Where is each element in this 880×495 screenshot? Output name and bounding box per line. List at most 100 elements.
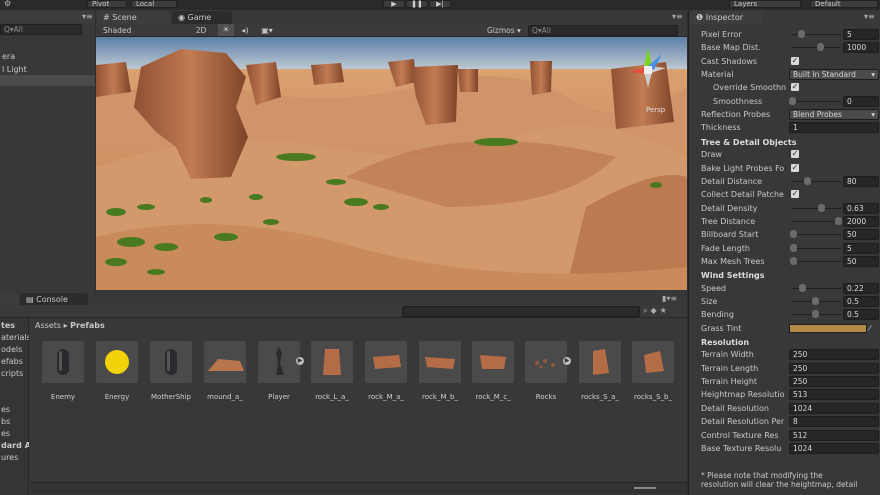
project-menu-icon[interactable]: ▮▾≡ xyxy=(662,294,677,303)
eyedropper-icon[interactable]: ⁄ xyxy=(869,322,870,335)
slider-handle[interactable] xyxy=(812,297,819,305)
breadcrumb-current[interactable]: Prefabs xyxy=(70,321,105,330)
asset-rock-m-b[interactable]: rock_M_b_ xyxy=(417,341,463,409)
slider-handle[interactable] xyxy=(789,97,796,105)
slider-track[interactable] xyxy=(791,181,841,182)
checkbox[interactable]: ✓ xyxy=(791,83,799,91)
property-value-field[interactable]: 5 xyxy=(843,243,879,254)
property-value-field[interactable]: 0.5 xyxy=(843,309,879,320)
hierarchy-item-camera[interactable]: era xyxy=(0,51,94,62)
project-folder[interactable]: es xyxy=(0,429,29,439)
breadcrumb-root[interactable]: Assets xyxy=(35,321,61,330)
effects-dropdown[interactable]: ▣▾ xyxy=(258,25,276,36)
property-value-field[interactable]: 513 xyxy=(789,389,879,400)
expand-prefab-icon[interactable]: ▶ xyxy=(296,357,304,365)
checkbox[interactable]: ✓ xyxy=(791,190,799,198)
slider-handle[interactable] xyxy=(798,30,806,38)
slider-handle[interactable] xyxy=(835,217,842,225)
hierarchy-selected-row[interactable] xyxy=(0,75,95,86)
asset-rocks-s-b[interactable]: rocks_S_b_ xyxy=(630,341,676,409)
property-value-field[interactable]: 80 xyxy=(843,176,879,187)
slider-track[interactable] xyxy=(791,261,841,262)
property-value-field[interactable]: 0.22 xyxy=(843,283,879,294)
asset-rock-m-a[interactable]: rock_M_a_ xyxy=(363,341,409,409)
asset-mothership[interactable]: MotherShip xyxy=(148,341,194,409)
property-value-field[interactable]: 250 xyxy=(789,363,879,374)
property-value-field[interactable]: 250 xyxy=(789,349,879,360)
property-value-field[interactable]: 1000 xyxy=(843,42,879,53)
gizmos-dropdown[interactable]: Gizmos ▾ xyxy=(487,25,521,36)
scene-orientation-gizmo[interactable] xyxy=(626,44,670,96)
property-value-field[interactable]: 250 xyxy=(789,376,879,387)
project-folder[interactable]: bs xyxy=(0,417,29,427)
slider-handle[interactable] xyxy=(799,284,807,292)
tab-scene[interactable]: # Scene xyxy=(97,11,169,24)
step-button[interactable]: ▶| xyxy=(429,0,451,8)
asset-rocks-s-a[interactable]: rocks_S_a_ xyxy=(577,341,623,409)
filter-icons[interactable]: ⌕◆★ xyxy=(643,306,670,316)
pivot-button[interactable]: Pivot xyxy=(87,0,127,8)
asset-enemy[interactable]: Enemy xyxy=(40,341,86,409)
property-value-field[interactable]: 2000 xyxy=(843,216,879,227)
slider-track[interactable] xyxy=(791,208,841,209)
property-value-field[interactable]: 50 xyxy=(843,256,879,267)
section-header-wind-settings[interactable]: Wind Settings xyxy=(701,269,765,282)
scene-viewport[interactable] xyxy=(96,37,687,290)
expand-prefab-icon[interactable]: ▶ xyxy=(563,357,571,365)
slider-handle[interactable] xyxy=(817,204,825,212)
project-folder[interactable]: es xyxy=(0,405,29,415)
rect-tool-icon[interactable]: ⚙ xyxy=(4,0,14,8)
slider-track[interactable] xyxy=(791,234,841,235)
slider-track[interactable] xyxy=(791,101,841,102)
asset-rocks[interactable]: Rocks xyxy=(523,341,569,409)
project-folder-favorites[interactable]: tes xyxy=(0,321,29,331)
property-value-field[interactable]: 512 xyxy=(789,430,879,441)
lighting-toggle[interactable]: ☀ xyxy=(218,24,234,36)
panel-menu-icon[interactable]: ▾≡ xyxy=(82,12,93,21)
slider-track[interactable] xyxy=(791,248,841,249)
slider-handle[interactable] xyxy=(789,257,797,265)
hierarchy-item-light[interactable]: l Light xyxy=(0,64,94,75)
slider-handle[interactable] xyxy=(804,177,812,185)
project-folder[interactable]: efabs xyxy=(0,357,29,367)
dropdown[interactable]: Built In Standard ▾ xyxy=(789,69,879,80)
project-search-input[interactable] xyxy=(402,306,640,317)
hierarchy-search-input[interactable]: Q▾All xyxy=(0,24,82,35)
slider-track[interactable] xyxy=(791,221,841,222)
property-value-field[interactable]: 1 xyxy=(789,122,879,133)
2d-toggle[interactable]: 2D xyxy=(192,25,210,36)
color-swatch[interactable] xyxy=(789,324,867,333)
asset-rock-m-c[interactable]: rock_M_c_ xyxy=(470,341,516,409)
asset-mound[interactable]: mound_a_ xyxy=(202,341,248,409)
tab-inspector[interactable]: ❶ Inspector xyxy=(690,11,762,24)
property-value-field[interactable]: 1024 xyxy=(789,443,879,454)
scene-menu-icon[interactable]: ▾≡ xyxy=(672,12,683,21)
property-value-field[interactable]: 0.63 xyxy=(843,203,879,214)
scene-search-input[interactable]: Q▾All xyxy=(528,25,678,36)
audio-toggle[interactable]: ◂) xyxy=(238,25,252,36)
property-value-field[interactable]: 8 xyxy=(789,416,879,427)
layers-dropdown[interactable]: Layers xyxy=(729,0,801,8)
property-value-field[interactable]: 1024 xyxy=(789,403,879,414)
asset-player[interactable]: Player xyxy=(256,341,302,409)
checkbox[interactable]: ✓ xyxy=(791,150,799,158)
property-value-field[interactable]: 0 xyxy=(843,96,879,107)
project-folder[interactable]: cripts xyxy=(0,369,29,379)
layout-dropdown[interactable]: Default xyxy=(810,0,878,8)
slider-handle[interactable] xyxy=(789,244,797,252)
pause-button[interactable]: ❚❚ xyxy=(406,0,428,8)
tab-game[interactable]: ◉ Game xyxy=(172,11,232,24)
project-folder[interactable]: dard As xyxy=(0,441,29,451)
project-folder[interactable]: ures xyxy=(0,453,29,463)
property-value-field[interactable]: 50 xyxy=(843,229,879,240)
project-folder[interactable]: aterials xyxy=(0,333,29,343)
checkbox[interactable]: ✓ xyxy=(791,164,799,172)
play-button[interactable]: ▶ xyxy=(383,0,405,8)
property-value-field[interactable]: 0.5 xyxy=(843,296,879,307)
asset-energy[interactable]: Energy xyxy=(94,341,140,409)
thumbnail-size-slider[interactable] xyxy=(634,487,656,489)
slider-handle[interactable] xyxy=(816,43,824,51)
asset-rock-l-a[interactable]: rock_L_a_ xyxy=(309,341,355,409)
property-value-field[interactable]: 5 xyxy=(843,29,879,40)
slider-handle[interactable] xyxy=(812,310,819,318)
